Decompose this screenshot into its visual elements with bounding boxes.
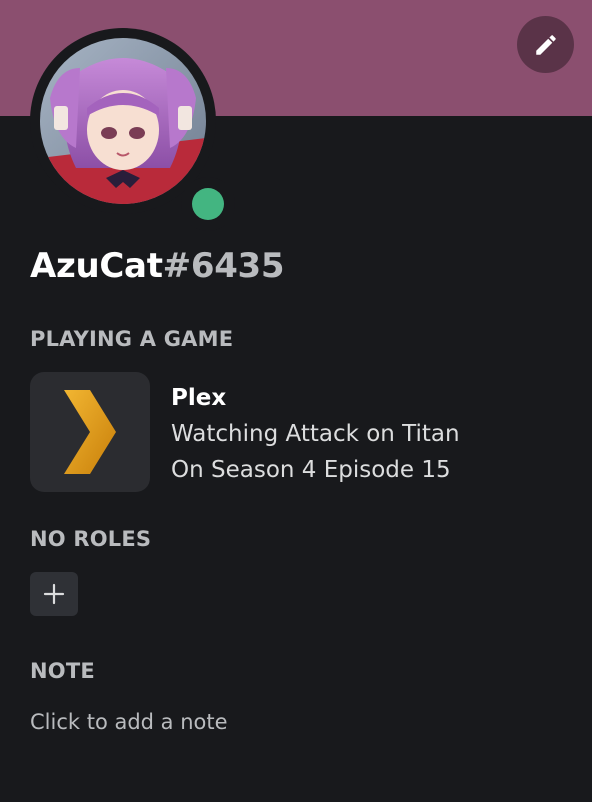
status-indicator <box>181 177 235 231</box>
plus-icon <box>43 583 65 605</box>
activity-name: Plex <box>171 385 227 411</box>
activity-app-icon <box>30 372 150 492</box>
online-status-icon <box>192 188 224 220</box>
user-profile-popout: AzuCat#6435 PLAYING A GAME Plex Watching… <box>0 0 592 802</box>
activity-section-title: PLAYING A GAME <box>30 327 234 351</box>
pencil-icon <box>535 34 556 55</box>
activity-details: Plex Watching Attack on Titan On Season … <box>171 380 460 488</box>
avatar-frame <box>30 28 235 231</box>
edit-profile-button[interactable] <box>517 16 574 73</box>
avatar[interactable] <box>40 38 206 204</box>
plex-logo-icon <box>64 390 116 474</box>
roles-section-title: NO ROLES <box>30 527 152 551</box>
activity-details-line: Watching Attack on Titan <box>171 421 460 447</box>
avatar-image <box>40 38 206 204</box>
note-section-title: NOTE <box>30 659 95 683</box>
activity-state-line: On Season 4 Episode 15 <box>171 457 451 483</box>
add-role-button[interactable] <box>30 572 78 616</box>
username-tag[interactable]: AzuCat#6435 <box>30 246 285 286</box>
username: AzuCat <box>30 246 163 286</box>
discriminator: #6435 <box>162 246 285 286</box>
note-input[interactable]: Click to add a note <box>30 710 228 734</box>
